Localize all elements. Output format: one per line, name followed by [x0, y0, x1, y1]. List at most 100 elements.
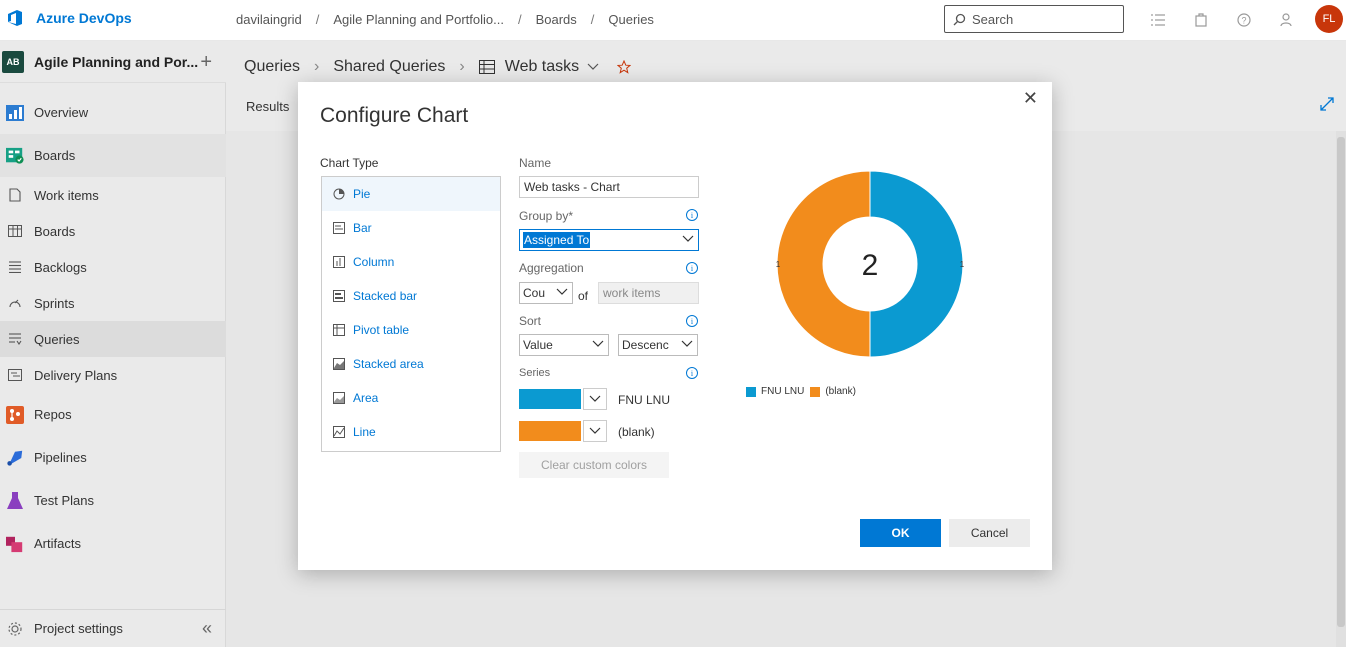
sort-by-select[interactable]: Value [519, 334, 609, 356]
close-icon[interactable]: ✕ [1023, 88, 1038, 109]
query-table-icon [478, 60, 495, 74]
group-by-label: Group by* [519, 209, 574, 223]
series-color-dropdown[interactable] [583, 420, 607, 442]
chevron-right-icon: › [459, 58, 465, 75]
repos-icon [6, 405, 24, 424]
project-badge: AB [2, 50, 24, 73]
chart-type-stacked-area[interactable]: Stacked area [322, 347, 500, 381]
svg-text:?: ? [1241, 16, 1246, 26]
sidebar-item-backlogs[interactable]: Backlogs [0, 249, 226, 285]
sidebar-item-work-items[interactable]: Work items [0, 177, 226, 213]
stacked-area-icon [333, 358, 345, 370]
collapse-sidebar-icon[interactable]: « [202, 618, 212, 639]
brand-name: Azure DevOps [36, 10, 132, 26]
pie-slice[interactable] [869, 170, 964, 358]
sidebar-item-label: Queries [34, 331, 80, 347]
project-header[interactable]: AB Agile Planning and Por... + [0, 41, 226, 83]
chart-type-pie[interactable]: Pie [322, 177, 500, 211]
series-color-swatch[interactable] [519, 421, 581, 441]
add-icon[interactable]: + [200, 51, 212, 74]
legend-swatch [810, 386, 821, 397]
legend-label: (blank) [825, 386, 856, 397]
group-by-info-icon[interactable]: i [686, 209, 698, 221]
pie-slice[interactable] [776, 170, 871, 358]
sort-info-icon[interactable]: i [686, 315, 698, 327]
series-info-icon[interactable]: i [686, 367, 698, 379]
user-settings-icon[interactable] [1277, 10, 1297, 30]
breadcrumb-shared-queries[interactable]: Shared Queries [333, 58, 445, 76]
sidebar-item-sprints[interactable]: Sprints [0, 285, 226, 321]
brand[interactable]: Azure DevOps [6, 9, 132, 27]
series-color-swatch[interactable] [519, 389, 581, 409]
sidebar-nav: Overview Boards Work items Boards Backlo… [0, 91, 226, 565]
aggregation-value: Cou [523, 286, 546, 300]
sort-by-value: Value [523, 338, 553, 352]
aggregation-info-icon[interactable]: i [686, 262, 698, 274]
sidebar-item-test-plans[interactable]: Test Plans [0, 479, 226, 522]
project-settings[interactable]: Project settings « [0, 609, 226, 647]
scrollbar-thumb[interactable] [1337, 137, 1345, 627]
marketplace-icon[interactable] [1191, 10, 1211, 30]
top-icons: ? [1148, 10, 1320, 30]
expand-icon[interactable] [1320, 97, 1334, 111]
sidebar-item-repos[interactable]: Repos [0, 393, 226, 436]
breadcrumb-queries-link[interactable]: Queries [244, 58, 300, 76]
breadcrumb-project[interactable]: Agile Planning and Portfolio... [333, 12, 504, 27]
scrollbar[interactable] [1336, 131, 1346, 647]
chevron-down-icon[interactable] [587, 63, 599, 71]
legend-item[interactable]: FNU LNU [746, 386, 804, 397]
overview-icon [6, 104, 24, 122]
sidebar-item-delivery-plans[interactable]: Delivery Plans [0, 357, 226, 393]
breadcrumb-org[interactable]: davilaingrid [236, 12, 302, 27]
sidebar-item-pipelines[interactable]: Pipelines [0, 436, 226, 479]
chart-type-pivot-table[interactable]: Pivot table [322, 313, 500, 347]
chevron-down-icon [592, 340, 604, 347]
chart-legend: FNU LNU (blank) [746, 386, 862, 397]
favorite-star-icon[interactable] [617, 60, 632, 74]
sidebar-item-overview[interactable]: Overview [0, 91, 226, 134]
sidebar-item-label: Boards [34, 223, 76, 239]
legend-item[interactable]: (blank) [810, 386, 856, 397]
list-icon[interactable] [1148, 10, 1168, 30]
chart-name-input[interactable]: Web tasks - Chart [519, 176, 699, 198]
sidebar-item-boards-hub[interactable]: Boards [0, 134, 226, 177]
aggregation-select[interactable]: Cou [519, 282, 573, 304]
sidebar-item-artifacts[interactable]: Artifacts [0, 522, 226, 565]
help-icon[interactable]: ? [1234, 10, 1254, 30]
query-title[interactable]: Web tasks [505, 58, 579, 76]
pie-slice-label: 1 [960, 260, 965, 269]
cancel-button[interactable]: Cancel [949, 519, 1030, 547]
sidebar-item-label: Work items [34, 187, 99, 203]
of-label: of [578, 289, 589, 303]
chevron-right-icon: › [314, 58, 320, 75]
breadcrumb-queries[interactable]: Queries [608, 12, 654, 27]
chart-type-area[interactable]: Area [322, 381, 500, 415]
tab-results[interactable]: Results [246, 99, 289, 114]
chart-type-label: Pie [353, 187, 371, 201]
group-by-select[interactable]: Assigned To [519, 229, 699, 251]
sort-order-value: Descenc [622, 338, 669, 352]
breadcrumb-separator: / [590, 12, 595, 27]
chevron-down-icon [681, 340, 693, 348]
series-color-dropdown[interactable] [583, 388, 607, 410]
sidebar-item-boards[interactable]: Boards [0, 213, 226, 249]
sort-order-select[interactable]: Descenc [618, 334, 698, 356]
chart-type-stacked-bar[interactable]: Stacked bar [322, 279, 500, 313]
pie-icon [333, 188, 345, 200]
aggregation-label: Aggregation [519, 261, 584, 275]
chart-type-line[interactable]: Line [322, 415, 500, 449]
boards-hub-icon [6, 147, 24, 165]
ok-button[interactable]: OK [860, 519, 941, 547]
avatar[interactable]: FL [1315, 5, 1343, 33]
series-name: FNU LNU [618, 393, 671, 407]
sidebar-item-queries[interactable]: Queries [0, 321, 226, 357]
test-plans-icon [6, 491, 24, 510]
chart-type-bar[interactable]: Bar [322, 211, 500, 245]
chart-type-column[interactable]: Column [322, 245, 500, 279]
breadcrumb: davilaingrid / Agile Planning and Portfo… [236, 12, 654, 27]
stacked-bar-icon [333, 290, 345, 302]
sort-label: Sort [519, 314, 542, 328]
breadcrumb-boards[interactable]: Boards [536, 12, 577, 27]
chart-type-label: Area [353, 391, 379, 405]
search-box[interactable]: Search [944, 5, 1124, 33]
